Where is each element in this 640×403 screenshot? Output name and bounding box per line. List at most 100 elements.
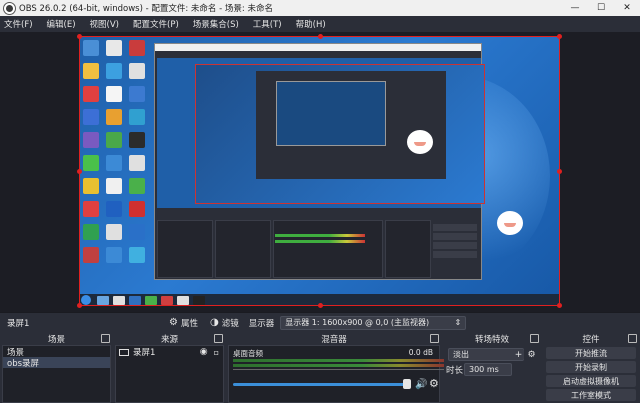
nested-transitions-panel	[385, 220, 431, 278]
sources-list[interactable]: 录屏1 ◉ ▫	[115, 345, 224, 403]
desktop-icon	[83, 201, 99, 217]
desktop-icon	[129, 132, 145, 148]
nested-sources-panel	[215, 220, 271, 278]
undock-icon[interactable]	[628, 334, 637, 343]
desktop-icon	[83, 155, 99, 171]
volume-slider[interactable]	[233, 383, 407, 386]
meter-scale	[233, 369, 448, 374]
properties-button[interactable]: ⚙ 属性	[169, 317, 198, 329]
desktop-icon	[129, 224, 145, 240]
menu-profile[interactable]: 配置文件(P)	[133, 18, 179, 30]
maximize-button[interactable]: ☐	[588, 0, 614, 16]
source-context-bar: 录屏1 ⚙ 属性 ◑ 滤镜 显示器 显示器 1: 1600x900 @ 0,0 …	[0, 312, 640, 332]
start-virtual-camera-button[interactable]: 启动虚拟摄像机	[546, 375, 636, 387]
scene-item[interactable]: 场景	[3, 346, 110, 358]
controls-dock: 控件 开始推流 开始录制 启动虚拟摄像机 工作室模式	[542, 332, 640, 403]
desktop-icon	[129, 63, 145, 79]
desktop-icon	[83, 63, 99, 79]
desktop-icon	[106, 63, 122, 79]
audio-meter-right	[233, 364, 448, 367]
speaker-icon[interactable]: 🔊	[415, 379, 427, 390]
sources-dock-title: 来源	[160, 334, 178, 345]
desktop-icon-grid	[83, 40, 151, 290]
display-select[interactable]: 显示器 1: 1600x900 @ 0,0 (主监视器) ⇕	[280, 315, 467, 330]
menu-scene-collection[interactable]: 场景集合(S)	[193, 18, 239, 30]
menu-edit[interactable]: 编辑(E)	[47, 18, 76, 30]
nested-audio-meter	[275, 240, 365, 243]
sticker-image	[407, 130, 433, 154]
nested-audio-meter	[275, 234, 365, 237]
display-label: 显示器	[248, 318, 275, 329]
gear-icon[interactable]: ⚙	[526, 349, 537, 360]
duration-input[interactable]: 300 ms	[464, 363, 512, 376]
desktop-icon	[83, 178, 99, 194]
desktop-icon	[106, 247, 122, 263]
desktop-icon	[83, 40, 99, 56]
scenes-dock: 场景 场景 obs录屏	[0, 332, 113, 403]
scenes-list[interactable]: 场景 obs录屏	[2, 345, 111, 403]
transition-select-value: 淡出	[453, 350, 469, 359]
desktop-icon	[129, 86, 145, 102]
transitions-body: 淡出 ⇕ + ⚙ 时长 300 ms	[444, 345, 540, 403]
mixer-track-name: 桌面音频	[233, 349, 263, 358]
monitor-icon	[119, 348, 129, 356]
sources-dock: 来源 录屏1 ◉ ▫	[113, 332, 226, 403]
nested-title-bar	[155, 44, 481, 51]
close-button[interactable]: ✕	[614, 0, 640, 16]
eye-icon[interactable]: ◉	[200, 347, 208, 357]
desktop-icon	[106, 178, 122, 194]
menu-tools[interactable]: 工具(T)	[253, 18, 282, 30]
title-bar: OBS 26.0.2 (64-bit, windows) - 配置文件: 未命名…	[0, 0, 640, 16]
volume-slider-handle[interactable]	[403, 379, 411, 389]
menu-view[interactable]: 视图(V)	[90, 18, 119, 30]
undock-icon[interactable]	[430, 334, 439, 343]
nested-control-button	[433, 233, 477, 240]
desktop-icon	[129, 40, 145, 56]
chevron-updown-icon: ⇕	[454, 318, 462, 327]
start-streaming-button[interactable]: 开始推流	[546, 347, 636, 359]
scene-item[interactable]: obs录屏	[3, 357, 110, 369]
taskbar-app-icon	[129, 295, 141, 305]
desktop-icon	[83, 132, 99, 148]
mixer-body: 桌面音频 0.0 dB 🔊 ⚙	[228, 345, 448, 403]
source-item[interactable]: 录屏1 ◉ ▫	[116, 346, 223, 358]
selected-source-name: 录屏1	[7, 318, 30, 329]
nested-preview	[157, 58, 485, 208]
transitions-dock-title: 转场特效	[474, 334, 509, 345]
start-orb-icon	[81, 295, 91, 305]
nested-canvas	[195, 64, 485, 204]
desktop-icon	[83, 109, 99, 125]
add-transition-button[interactable]: +	[513, 349, 524, 360]
nested-mixer-panel	[273, 220, 383, 278]
desktop-icon	[106, 86, 122, 102]
preview-area[interactable]	[0, 32, 640, 312]
start-recording-button[interactable]: 开始录制	[546, 361, 636, 373]
menu-file[interactable]: 文件(F)	[4, 18, 33, 30]
controls-dock-header: 控件	[542, 332, 640, 345]
desktop-icon	[129, 247, 145, 263]
studio-mode-button[interactable]: 工作室模式	[546, 389, 636, 401]
filters-label: 滤镜	[221, 318, 239, 329]
lock-icon[interactable]: ▫	[214, 348, 219, 357]
undock-icon[interactable]	[214, 334, 223, 343]
nested-canvas-2	[276, 81, 386, 146]
desktop-icon	[129, 178, 145, 194]
filters-button[interactable]: ◑ 滤镜	[210, 317, 239, 329]
controls-dock-title: 控件	[582, 334, 600, 345]
gear-icon[interactable]: ⚙	[429, 377, 439, 390]
taskbar-app-icon	[177, 295, 189, 305]
properties-label: 属性	[180, 318, 198, 329]
taskbar-app-icon	[113, 295, 125, 305]
gear-icon: ⚙	[169, 317, 178, 328]
preview-canvas[interactable]	[79, 36, 560, 306]
menu-help[interactable]: 帮助(H)	[296, 18, 326, 30]
undock-icon[interactable]	[530, 334, 539, 343]
undock-icon[interactable]	[101, 334, 110, 343]
duration-label: 时长	[446, 366, 464, 376]
nested-scenes-panel	[157, 220, 213, 278]
minimize-button[interactable]: —	[562, 0, 588, 16]
sticker-image	[497, 211, 523, 235]
desktop-icon	[106, 40, 122, 56]
desktop-icon	[106, 224, 122, 240]
nested-control-button	[433, 242, 477, 249]
